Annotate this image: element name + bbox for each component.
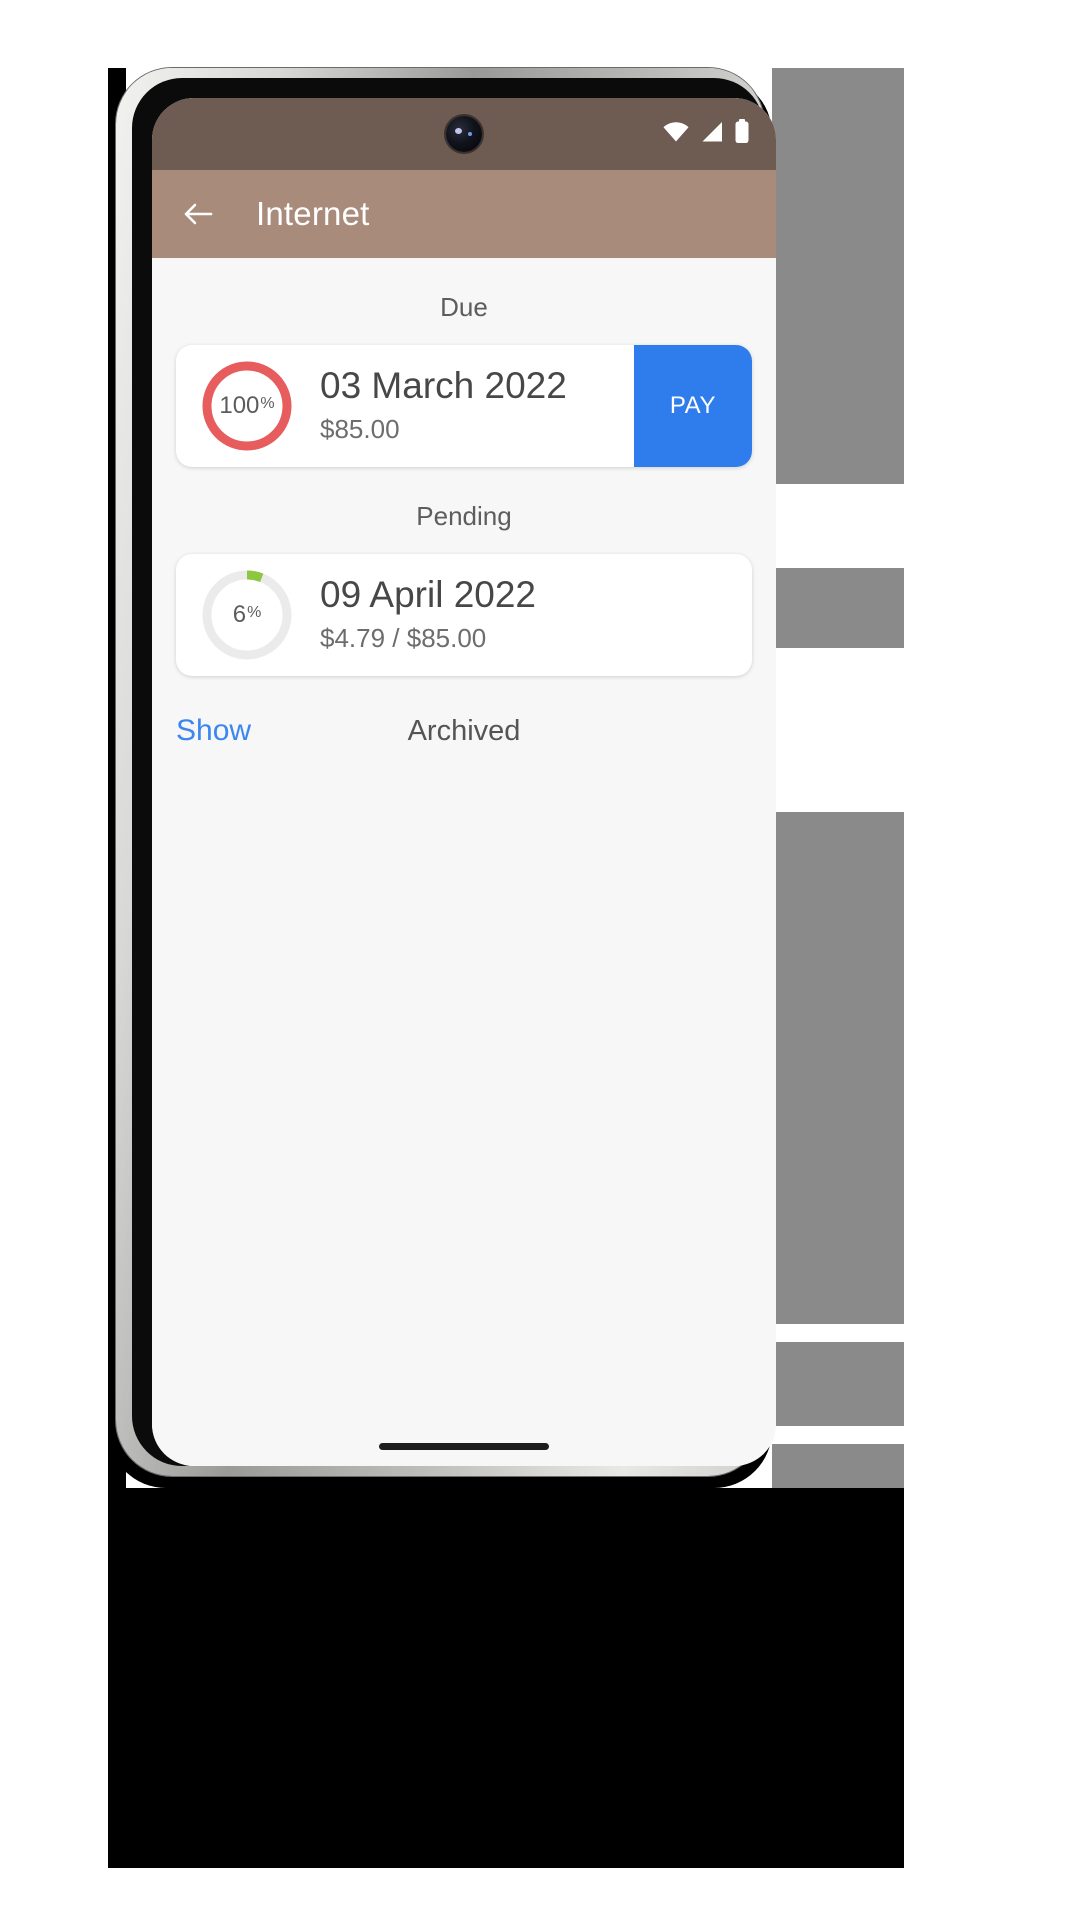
bill-due-date: 03 March 2022: [320, 365, 567, 407]
phone-screen: Internet Due 100% 03 March 2022 $85.00 P…: [152, 98, 776, 1466]
background-panel: [772, 268, 904, 484]
background-panel: [772, 1342, 904, 1426]
progress-percent-sign: %: [247, 604, 262, 621]
status-bar: [152, 98, 776, 170]
section-header-due: Due: [440, 292, 488, 322]
archived-toggle-row: Show Archived: [152, 676, 776, 748]
bill-texts-due: 03 March 2022 $85.00: [306, 365, 634, 445]
bill-card-due[interactable]: 100% 03 March 2022 $85.00 PAY: [176, 345, 752, 467]
phone-device-mockup: Internet Due 100% 03 March 2022 $85.00 P…: [108, 68, 776, 1488]
bill-card-pending[interactable]: 6% 09 April 2022 $4.79 / $85.00: [176, 554, 752, 676]
progress-ring-label-pending: 6%: [188, 556, 306, 674]
background-panel: [772, 68, 904, 268]
background-panel: [108, 1488, 904, 1868]
background-panel: [772, 812, 904, 1324]
progress-ring-label-due: 100%: [188, 347, 306, 465]
progress-percent-sign: %: [260, 395, 275, 412]
page-title: Internet: [256, 195, 370, 232]
cell-signal-icon: [699, 121, 725, 148]
front-camera-punch-hole: [446, 116, 482, 152]
background-panel: [772, 568, 904, 648]
background-panel: [772, 648, 904, 812]
status-bar-icons: [662, 119, 750, 149]
progress-percent-value: 100: [219, 392, 260, 419]
pay-button[interactable]: PAY: [634, 345, 752, 467]
device-bezel: Internet Due 100% 03 March 2022 $85.00 P…: [132, 78, 776, 1466]
background-panel: [772, 1426, 904, 1444]
background-panel: [772, 484, 904, 568]
background-panel: [772, 1324, 904, 1342]
progress-ring-pending: 6%: [188, 556, 306, 674]
bill-amount: $4.79 / $85.00: [320, 622, 487, 653]
bill-texts-pending: 09 April 2022 $4.79 / $85.00: [306, 574, 752, 654]
bills-list: Due 100% 03 March 2022 $85.00 PAY Pendin…: [152, 258, 776, 1466]
bill-amount: $85.00: [320, 413, 400, 444]
progress-ring-due: 100%: [188, 347, 306, 465]
bill-due-date: 09 April 2022: [320, 574, 537, 616]
wifi-icon: [662, 121, 690, 148]
arrow-back-icon[interactable]: [178, 194, 218, 234]
show-archived-link[interactable]: Show: [176, 714, 251, 748]
device-frame: Internet Due 100% 03 March 2022 $85.00 P…: [116, 68, 776, 1476]
section-header-pending: Pending: [416, 501, 512, 531]
battery-icon: [734, 119, 750, 149]
progress-percent-value: 6: [232, 601, 247, 628]
app-bar: Internet: [152, 170, 776, 258]
gesture-navigation-bar[interactable]: [379, 1443, 549, 1450]
